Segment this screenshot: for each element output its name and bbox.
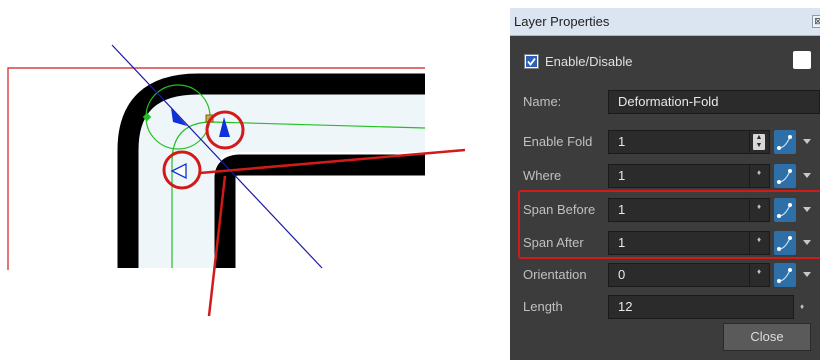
length-row: Length 12 ♦: [510, 293, 820, 321]
dropdown-arrow-icon[interactable]: [803, 272, 811, 277]
canvas-drawing: [7, 44, 480, 317]
dialog-titlebar[interactable]: Layer Properties ⊠: [510, 8, 820, 36]
function-curve-icon[interactable]: [774, 263, 796, 287]
orientation-field[interactable]: 0: [608, 263, 750, 287]
orientation-label: Orientation: [523, 267, 587, 282]
layer-properties-dialog: Layer Properties ⊠ Enable/Disable Name: …: [510, 8, 820, 360]
where-spinner[interactable]: ♦: [750, 164, 770, 188]
spinner-icon[interactable]: ♦: [757, 268, 761, 276]
name-label: Name:: [523, 94, 562, 109]
spinner-up-down-icon[interactable]: ▲ ▼: [753, 134, 765, 150]
dropdown-arrow-icon[interactable]: [803, 173, 811, 178]
dialog-title: Layer Properties: [514, 14, 610, 29]
name-row: Name: Deformation-Fold: [510, 88, 820, 116]
enable-fold-field[interactable]: 1: [608, 130, 750, 154]
layer-color-swatch[interactable]: [793, 51, 811, 69]
deformation-canvas[interactable]: [0, 0, 480, 360]
function-curve-icon[interactable]: [774, 130, 796, 154]
length-field[interactable]: 12: [608, 295, 794, 319]
orientation-row: Orientation 0 ♦: [510, 261, 820, 289]
name-field[interactable]: Deformation-Fold: [608, 90, 820, 114]
enable-fold-label: Enable Fold: [523, 134, 593, 149]
dropdown-arrow-icon[interactable]: [803, 139, 811, 144]
enable-checkbox[interactable]: [524, 54, 539, 69]
close-button[interactable]: Close: [723, 323, 811, 351]
inner-stroke: [214, 154, 425, 268]
enable-disable-label: Enable/Disable: [545, 54, 633, 69]
spinner-icon[interactable]: ♦: [800, 303, 804, 311]
enable-fold-spinner[interactable]: ▲ ▼: [750, 130, 770, 154]
where-field[interactable]: 1: [608, 164, 750, 188]
where-row: Where 1 ♦: [510, 162, 820, 190]
span-rows-highlight: [518, 190, 820, 259]
dialog-close-icon[interactable]: ⊠: [812, 15, 820, 28]
checkmark-icon: [526, 56, 537, 67]
function-curve-icon[interactable]: [774, 164, 796, 188]
where-label: Where: [523, 168, 562, 183]
length-label: Length: [523, 299, 563, 314]
spinner-icon[interactable]: ♦: [757, 169, 761, 177]
orientation-spinner[interactable]: ♦: [750, 263, 770, 287]
enable-fold-row: Enable Fold 1 ▲ ▼: [510, 128, 820, 156]
